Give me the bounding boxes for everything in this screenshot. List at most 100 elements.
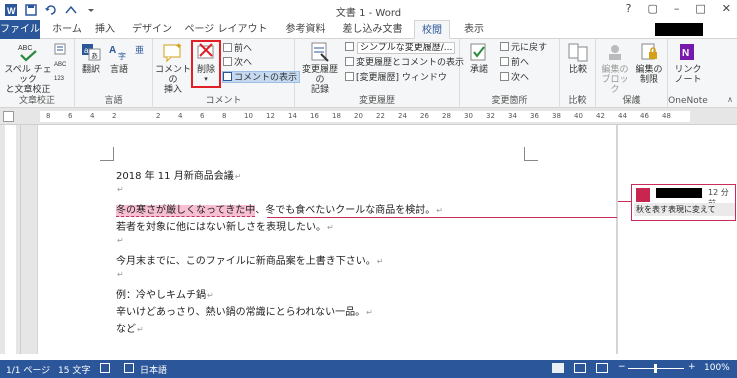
doc-line-6[interactable]: 今月末までに、このファイルに新商品案を上書き下さい。↵ [116,252,383,267]
accept-button[interactable]: 承諾 [464,41,494,75]
ime-button[interactable]: 亜 [135,43,147,56]
delete-dropdown-arrow: ▾ [204,75,208,83]
zoom-out-button[interactable]: − [618,362,626,372]
tab-layout[interactable]: ページ レイアウト [182,20,270,39]
block-authors-button[interactable]: 編集の ブロック [598,41,632,95]
define-button[interactable] [54,43,66,55]
comment-balloon[interactable]: 12 分前 秋を表す表現に変えて [631,184,736,221]
doc-line-9[interactable]: 辛いけどあっさり、熱い鍋の常識にとらわれない一品。↵ [116,303,373,318]
doc-line-1[interactable]: 2018 年 11 月新商品会議↵ [116,167,241,182]
doc-line-3[interactable]: 冬の寒さが厳しくなってきた中、冬でも食べたいクールな商品を検討。↵ [116,201,443,217]
new-comment-button[interactable]: ✦ コメントの 挿入 [155,41,191,95]
accept-label: 承諾 [469,65,488,75]
markup-area: 12 分前 秋を表す表現に変えて [617,125,737,354]
page-count[interactable]: 1/1 ページ [6,363,50,376]
horizontal-ruler[interactable]: 8 6 4 2 2 4 6 8 10 12 14 16 18 20 22 24 26 28 30 32 34 36 38 40… [40,111,690,122]
doc-line-2[interactable]: ↵ [116,184,124,195]
language-button[interactable]: A字 言語 [106,41,132,75]
word-count-button[interactable]: ABC [54,57,67,69]
language-status[interactable]: 日本語 [140,363,167,376]
help-button[interactable]: ? [626,2,632,15]
show-comments-button[interactable]: コメントの表示 [222,71,301,83]
doc-line-5[interactable]: ↵ [116,235,124,246]
group-label-protect: 保護 [622,96,641,106]
collapse-ribbon-icon[interactable]: ∧ [727,95,733,104]
tab-home[interactable]: ホーム [52,20,82,39]
next-change-label: 次へ [511,73,530,83]
ribbon-display-button[interactable]: ▢ [647,2,657,15]
ruler-number: 34 [508,112,517,120]
ruler-number: 6 [200,112,205,120]
reject-button[interactable]: 元に戻す [500,42,547,54]
doc-line-7[interactable]: ↵ [116,269,124,280]
tab-selector[interactable] [3,111,14,122]
document-page[interactable]: 2018 年 11 月新商品会議↵ ↵ 冬の寒さが厳しくなってきた中、冬でも食べ… [37,125,617,354]
zoom-in-button[interactable]: + [688,362,696,372]
group-compare: 比較 比較 [560,39,596,108]
group-tracking: 変更履歴の 記録 シンプルな変更履歴/... 変更履歴とコメントの表示 [変更履… [295,39,464,108]
tab-review[interactable]: 校閲 [414,20,450,39]
previous-change-button[interactable]: 前へ [500,57,529,69]
next-change-button[interactable]: 次へ [500,72,529,84]
linked-notes-button[interactable]: N リンク ノート [672,41,704,85]
vertical-ruler[interactable] [5,125,16,354]
language-icon: A字 [108,41,130,63]
ruler-number: 32 [486,112,495,120]
translate-icon: aあ [80,41,102,63]
doc-line-4[interactable]: 若者を対象に他にはない新しさを表現したい。↵ [116,218,334,233]
tab-file[interactable]: ファイル [0,20,40,39]
account-name-redacted[interactable] [655,23,703,36]
print-layout-icon[interactable] [574,363,586,373]
compare-icon [567,41,589,63]
minimize-button[interactable]: – [674,2,680,15]
compare-button[interactable]: 比較 [564,41,592,75]
show-markup-button[interactable]: 変更履歴とコメントの表示 [345,57,464,69]
document-area: 2018 年 11 月新商品会議↵ ↵ 冬の寒さが厳しくなってきた中、冬でも食べ… [21,125,737,354]
delete-comment-button[interactable]: 削除 ▾ [193,41,219,83]
maximize-button[interactable]: □ [695,2,705,15]
next-comment-button[interactable]: 次へ [223,57,252,69]
tab-insert[interactable]: 挿入 [92,20,118,39]
svg-text:亜: 亜 [135,45,144,55]
word-count[interactable]: 15 文字 [58,363,90,376]
group-label-onenote: OneNote [668,96,708,106]
ruler-number: 4 [90,112,95,120]
tab-mailings[interactable]: 差し込み文書 [340,20,405,39]
close-button[interactable]: ✕ [722,2,731,15]
block-authors-label: 編集の ブロック [601,65,629,95]
display-for-review-select[interactable]: シンプルな変更履歴/... [357,42,455,54]
tab-design[interactable]: デザイン [132,20,172,39]
reviewing-pane-button[interactable]: [変更履歴] ウィンドウ [345,72,447,84]
ruler-number: 14 [288,112,297,120]
show-markup-icon [345,57,354,66]
zoom-level[interactable]: 100% [704,363,730,373]
comment-text[interactable]: 秋を表す表現に変えて [634,203,735,216]
linked-notes-label: リンク ノート [674,65,702,85]
doc-line-10-text: など [116,324,136,335]
doc-line-8[interactable]: 例：冷やしキムチ鍋↵ [116,286,214,301]
group-comments: ✦ コメントの 挿入 削除 ▾ 前へ 次へ コメントの表示 コメント [153,39,301,108]
web-layout-icon[interactable] [596,363,608,373]
tab-references[interactable]: 参考資料 [283,20,328,39]
accept-icon [468,41,490,63]
restrict-editing-button[interactable]: 編集の 制限 [632,41,666,85]
commented-text[interactable]: 冬の寒さが厳しくなってきた中 [116,205,256,217]
proofing-status-icon[interactable] [100,363,110,373]
svg-text:a: a [84,46,89,55]
zoom-slider-thumb[interactable] [654,364,657,373]
paragraph-mark: ↵ [117,185,124,194]
display-review-icon [345,42,354,51]
svg-text:N: N [682,48,689,59]
track-changes-button[interactable]: 変更履歴の 記録 [298,41,342,95]
translate-button[interactable]: aあ 翻訳 [78,41,104,75]
tab-view[interactable]: 表示 [459,20,489,39]
doc-line-10[interactable]: など↵ [116,320,144,335]
compare-label: 比較 [568,65,587,75]
ruler-number: 38 [552,112,561,120]
previous-comment-button[interactable]: 前へ [223,43,252,55]
reject-icon [500,42,509,51]
read-mode-icon[interactable] [552,363,564,373]
thesaurus-button[interactable]: 123 [54,71,66,83]
svg-text:あ: あ [91,52,98,60]
spelling-button[interactable]: ABC スペル チェック と文章校正 [4,41,52,95]
